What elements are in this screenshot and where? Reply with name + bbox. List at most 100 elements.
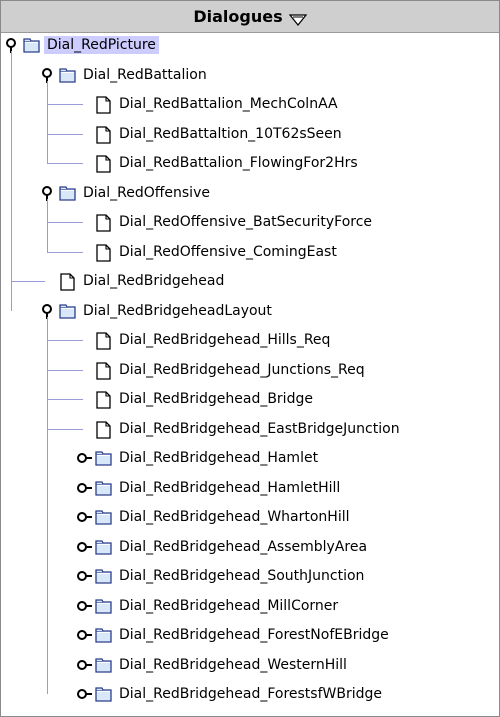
tree-node-label: Dial_RedBridgehead_Hamlet (119, 450, 319, 466)
tree-line (47, 104, 83, 105)
tree-node-label: Dial_RedOffensive_BatSecurityForce (119, 214, 373, 230)
tree-folder-node[interactable]: Dial_RedBridgehead_MillCorner (77, 595, 341, 617)
file-icon (95, 421, 112, 439)
collapsed-handle-icon[interactable] (77, 451, 92, 465)
tree-line (47, 163, 83, 164)
collapsed-handle-icon[interactable] (77, 569, 92, 583)
tree-node-label: Dial_RedBridgehead_Hills_Req (119, 332, 331, 348)
folder-icon (23, 37, 40, 53)
tree-folder-node[interactable]: Dial_RedBridgehead_SouthJunction (77, 565, 367, 587)
tree-folder-node[interactable]: Dial_RedPicture (5, 34, 159, 56)
tree-node-label: Dial_RedBridgehead_WesternHill (119, 657, 347, 673)
tree-file-node[interactable]: Dial_RedBridgehead_EastBridgeJunction (77, 418, 403, 440)
collapsed-handle-icon[interactable] (77, 510, 92, 524)
tree-file-node[interactable]: Dial_RedOffensive_ComingEast (77, 241, 340, 263)
file-icon (95, 214, 112, 232)
tree-line (47, 340, 83, 341)
folder-icon (59, 67, 76, 83)
folder-icon (59, 185, 76, 201)
collapsed-handle-icon[interactable] (77, 481, 92, 495)
folder-icon (95, 509, 112, 525)
tree-file-node[interactable]: Dial_RedBattaltion_10T62sSeen (77, 123, 345, 145)
folder-icon (95, 450, 112, 466)
panel-header[interactable]: Dialogues (1, 1, 499, 33)
file-icon (95, 362, 112, 380)
tree-node-label: Dial_RedBridgehead_MillCorner (119, 598, 339, 614)
folder-icon (95, 539, 112, 555)
tree-line (47, 199, 48, 252)
tree-node-label: Dial_RedBattalion (83, 67, 207, 83)
tree-file-node[interactable]: Dial_RedBridgehead (41, 270, 227, 292)
tree-line (47, 222, 83, 223)
tree-node-label: Dial_RedBridgehead_Junctions_Req (119, 362, 365, 378)
collapsed-handle-icon[interactable] (77, 687, 92, 701)
tree-file-node[interactable]: Dial_RedBridgehead_Hills_Req (77, 329, 333, 351)
tree-line (47, 252, 83, 253)
tree-folder-node[interactable]: Dial_RedBattalion (41, 64, 210, 86)
tree-file-node[interactable]: Dial_RedBridgehead_Bridge (77, 388, 316, 410)
tree-line (47, 370, 83, 371)
tree-file-node[interactable]: Dial_RedBattalion_FlowingFor2Hrs (77, 152, 361, 174)
tree-node-label: Dial_RedBridgeheadLayout (83, 303, 272, 319)
tree-node-label: Dial_RedBridgehead_Bridge (119, 391, 313, 407)
panel-title: Dialogues (193, 7, 283, 26)
folder-icon (95, 598, 112, 614)
tree-line (11, 281, 45, 282)
collapsed-handle-icon[interactable] (77, 658, 92, 672)
tree-folder-node[interactable]: Dial_RedBridgeheadLayout (41, 300, 275, 322)
folder-icon (95, 657, 112, 673)
tree-line (47, 134, 83, 135)
tree-folder-node[interactable]: Dial_RedBridgehead_Hamlet (77, 447, 321, 469)
file-icon (59, 273, 76, 291)
dialogues-panel: Dialogues Dial_RedPicture Dial_RedBattali… (0, 0, 500, 717)
tree-line (47, 81, 48, 163)
tree-node-label: Dial_RedBattaltion_10T62sSeen (119, 126, 342, 142)
tree-node-label: Dial_RedBridgehead (83, 273, 225, 289)
tree-folder-node[interactable]: Dial_RedBridgehead_HamletHill (77, 477, 343, 499)
tree-folder-node[interactable]: Dial_RedBridgehead_WhartonHill (77, 506, 353, 528)
tree-node-label: Dial_RedBridgehead_ForestNofEBridge (119, 627, 389, 643)
tree-line (47, 429, 83, 430)
tree-file-node[interactable]: Dial_RedBattalion_MechColnAA (77, 93, 341, 115)
tree-node-label: Dial_RedBridgehead_EastBridgeJunction (119, 421, 400, 437)
file-icon (95, 332, 112, 350)
tree-folder-node[interactable]: Dial_RedBridgehead_ForestsfWBridge (77, 683, 385, 705)
tree-folder-node[interactable]: Dial_RedOffensive (41, 182, 213, 204)
folder-icon (95, 568, 112, 584)
expanded-handle-icon[interactable] (41, 68, 55, 83)
tree-line (47, 317, 48, 694)
file-icon (95, 155, 112, 173)
tree-node-label: Dial_RedBattalion_MechColnAA (119, 96, 338, 112)
tree-line (11, 51, 12, 311)
folder-icon (59, 303, 76, 319)
folder-icon (95, 627, 112, 643)
collapsed-handle-icon[interactable] (77, 628, 92, 642)
expanded-handle-icon[interactable] (5, 38, 19, 53)
tree-node-label: Dial_RedPicture (44, 36, 159, 54)
collapsed-handle-icon[interactable] (77, 599, 92, 613)
file-icon (95, 244, 112, 262)
tree-line (47, 399, 83, 400)
tree-node-label: Dial_RedBridgehead_AssemblyArea (119, 539, 368, 555)
folder-icon (95, 686, 112, 702)
tree-folder-node[interactable]: Dial_RedBridgehead_WesternHill (77, 654, 350, 676)
tree-node-label: Dial_RedBridgehead_ForestsfWBridge (119, 686, 382, 702)
tree-node-label: Dial_RedOffensive_ComingEast (119, 244, 337, 260)
folder-icon (95, 480, 112, 496)
expanded-handle-icon[interactable] (41, 304, 55, 319)
file-icon (95, 391, 112, 409)
tree-node-label: Dial_RedBridgehead_HamletHill (119, 480, 341, 496)
tree-node-label: Dial_RedBridgehead_WhartonHill (119, 509, 350, 525)
tree-node-label: Dial_RedBridgehead_SouthJunction (119, 568, 365, 584)
triangle-down-icon[interactable] (288, 11, 307, 26)
tree-folder-node[interactable]: Dial_RedBridgehead_AssemblyArea (77, 536, 370, 558)
file-icon (95, 96, 112, 114)
tree-folder-node[interactable]: Dial_RedBridgehead_ForestNofEBridge (77, 624, 392, 646)
file-icon (95, 126, 112, 144)
tree-file-node[interactable]: Dial_RedBridgehead_Junctions_Req (77, 359, 368, 381)
collapsed-handle-icon[interactable] (77, 540, 92, 554)
tree-node-label: Dial_RedOffensive (83, 185, 210, 201)
tree-node-label: Dial_RedBattalion_FlowingFor2Hrs (119, 155, 358, 171)
expanded-handle-icon[interactable] (41, 186, 55, 201)
tree-file-node[interactable]: Dial_RedOffensive_BatSecurityForce (77, 211, 375, 233)
